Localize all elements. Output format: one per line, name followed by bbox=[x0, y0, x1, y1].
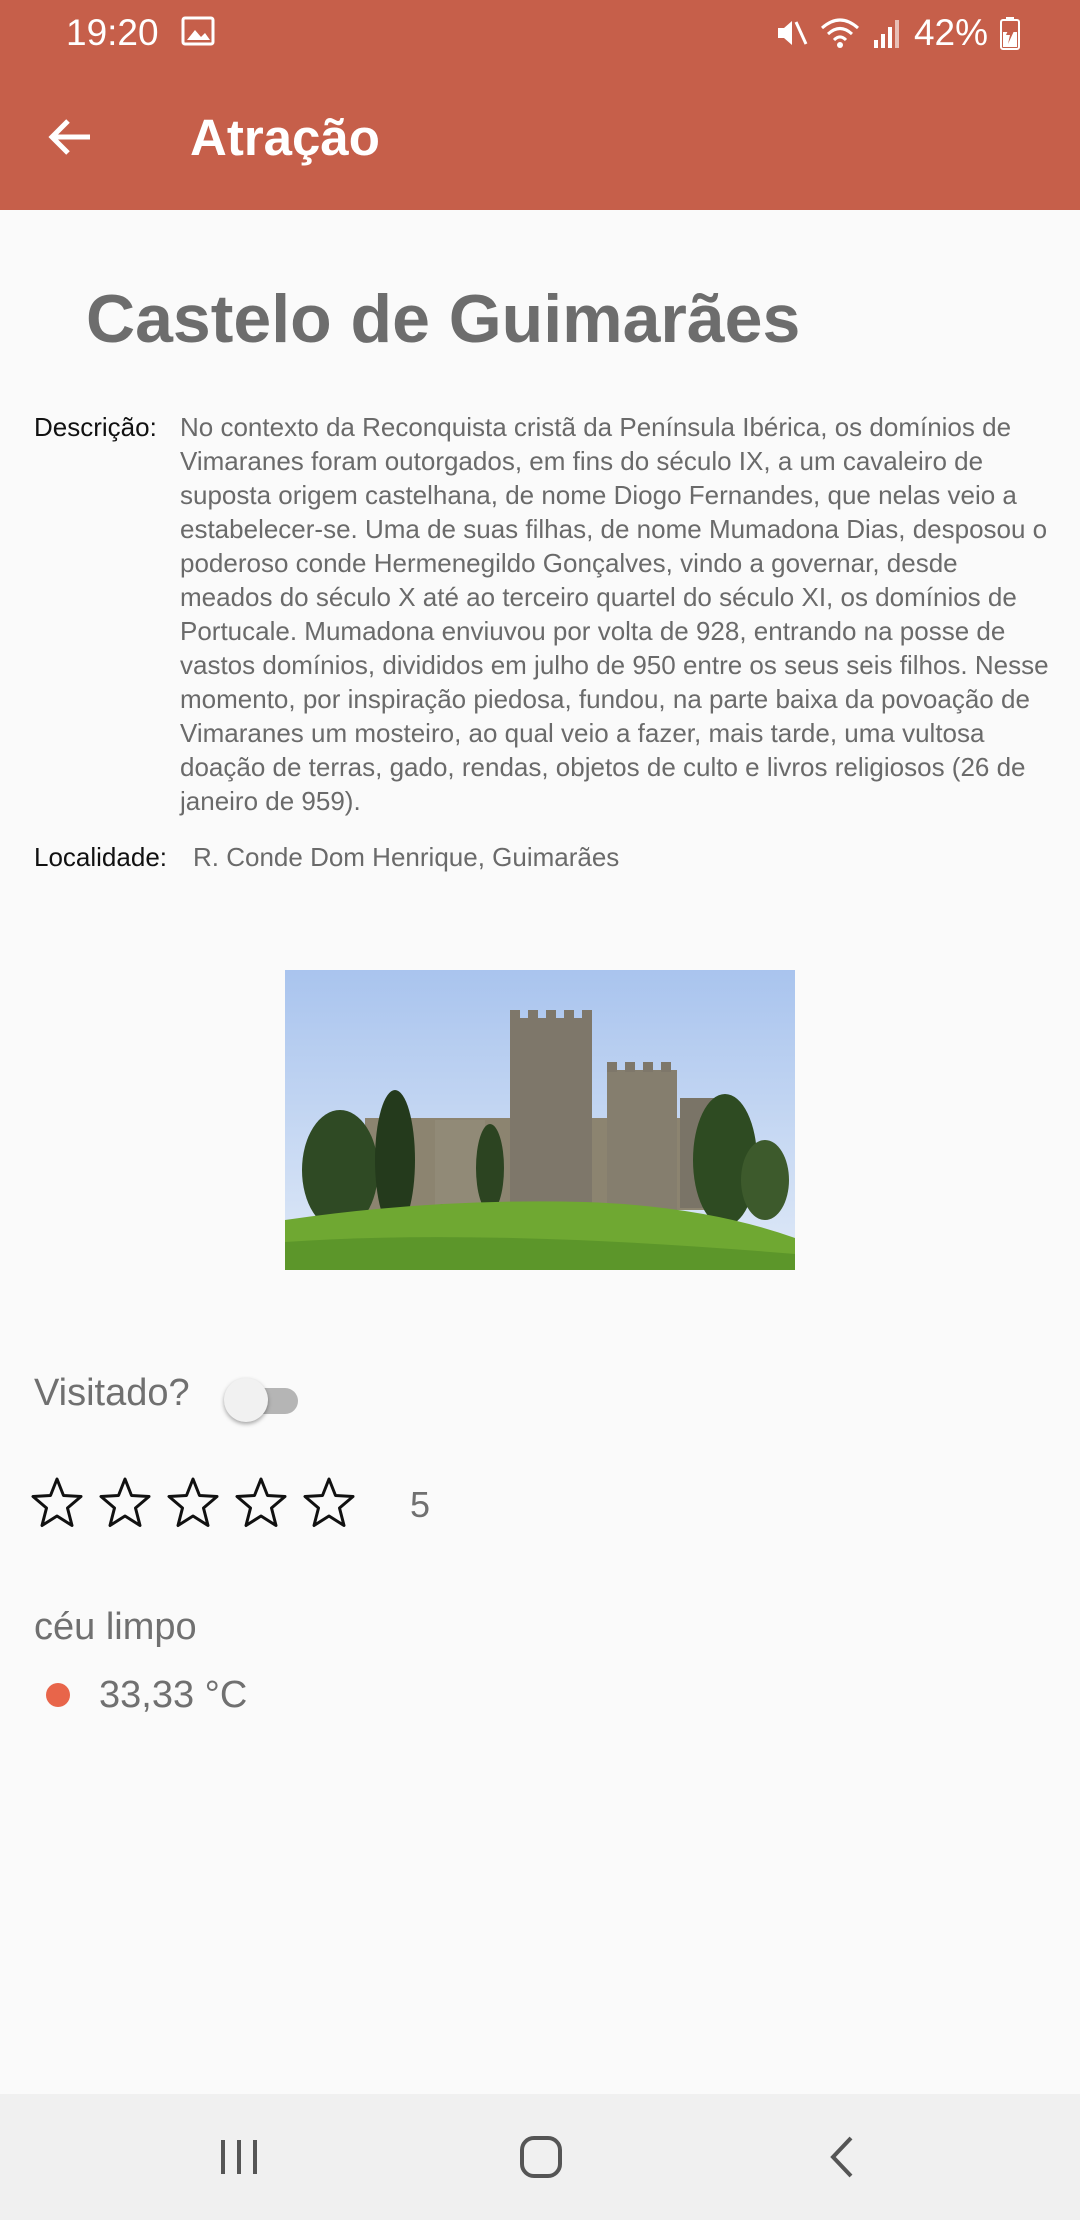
battery-percentage: 42% bbox=[913, 12, 988, 53]
star-icon[interactable] bbox=[234, 1476, 288, 1530]
status-icons: 42% bbox=[774, 10, 1020, 56]
visited-toggle[interactable] bbox=[224, 1374, 308, 1424]
location-text: R. Conde Dom Henrique, Guimarães bbox=[193, 842, 620, 872]
wifi-icon bbox=[820, 18, 859, 48]
rating-value: 5 bbox=[410, 1484, 431, 1525]
weather-description: céu limpo bbox=[34, 1606, 197, 1648]
recent-apps-icon[interactable] bbox=[209, 2132, 269, 2182]
temperature-dot-icon bbox=[46, 1683, 70, 1707]
mute-icon bbox=[777, 21, 808, 45]
star-icon[interactable] bbox=[166, 1476, 220, 1530]
description-text: No contexto da Reconquista cristã da Pen… bbox=[180, 412, 1049, 816]
toggle-thumb bbox=[224, 1378, 268, 1422]
signal-icon bbox=[873, 20, 899, 48]
app-bar: Atração bbox=[0, 66, 1080, 210]
visited-label: Visitado? bbox=[34, 1372, 190, 1414]
location-label: Localidade: bbox=[34, 842, 167, 872]
description-label: Descrição: bbox=[34, 412, 157, 442]
status-bar: 19:20 42% bbox=[0, 0, 1080, 66]
app-bar-title: Atração bbox=[190, 109, 380, 166]
battery-icon bbox=[1000, 17, 1020, 50]
rating-bar[interactable] bbox=[30, 1476, 356, 1530]
arrow-left-icon[interactable] bbox=[46, 112, 96, 162]
attraction-photo bbox=[285, 970, 795, 1270]
gallery-icon bbox=[181, 16, 215, 46]
star-icon[interactable] bbox=[302, 1476, 356, 1530]
home-icon[interactable] bbox=[511, 2132, 571, 2182]
star-icon[interactable] bbox=[30, 1476, 84, 1530]
navigation-bar bbox=[0, 2094, 1080, 2220]
attraction-name: Castelo de Guimarães bbox=[86, 281, 801, 357]
star-icon[interactable] bbox=[98, 1476, 152, 1530]
temperature-value: 33,33 °C bbox=[99, 1674, 248, 1716]
status-time: 19:20 bbox=[66, 12, 159, 53]
back-icon[interactable] bbox=[813, 2132, 873, 2182]
